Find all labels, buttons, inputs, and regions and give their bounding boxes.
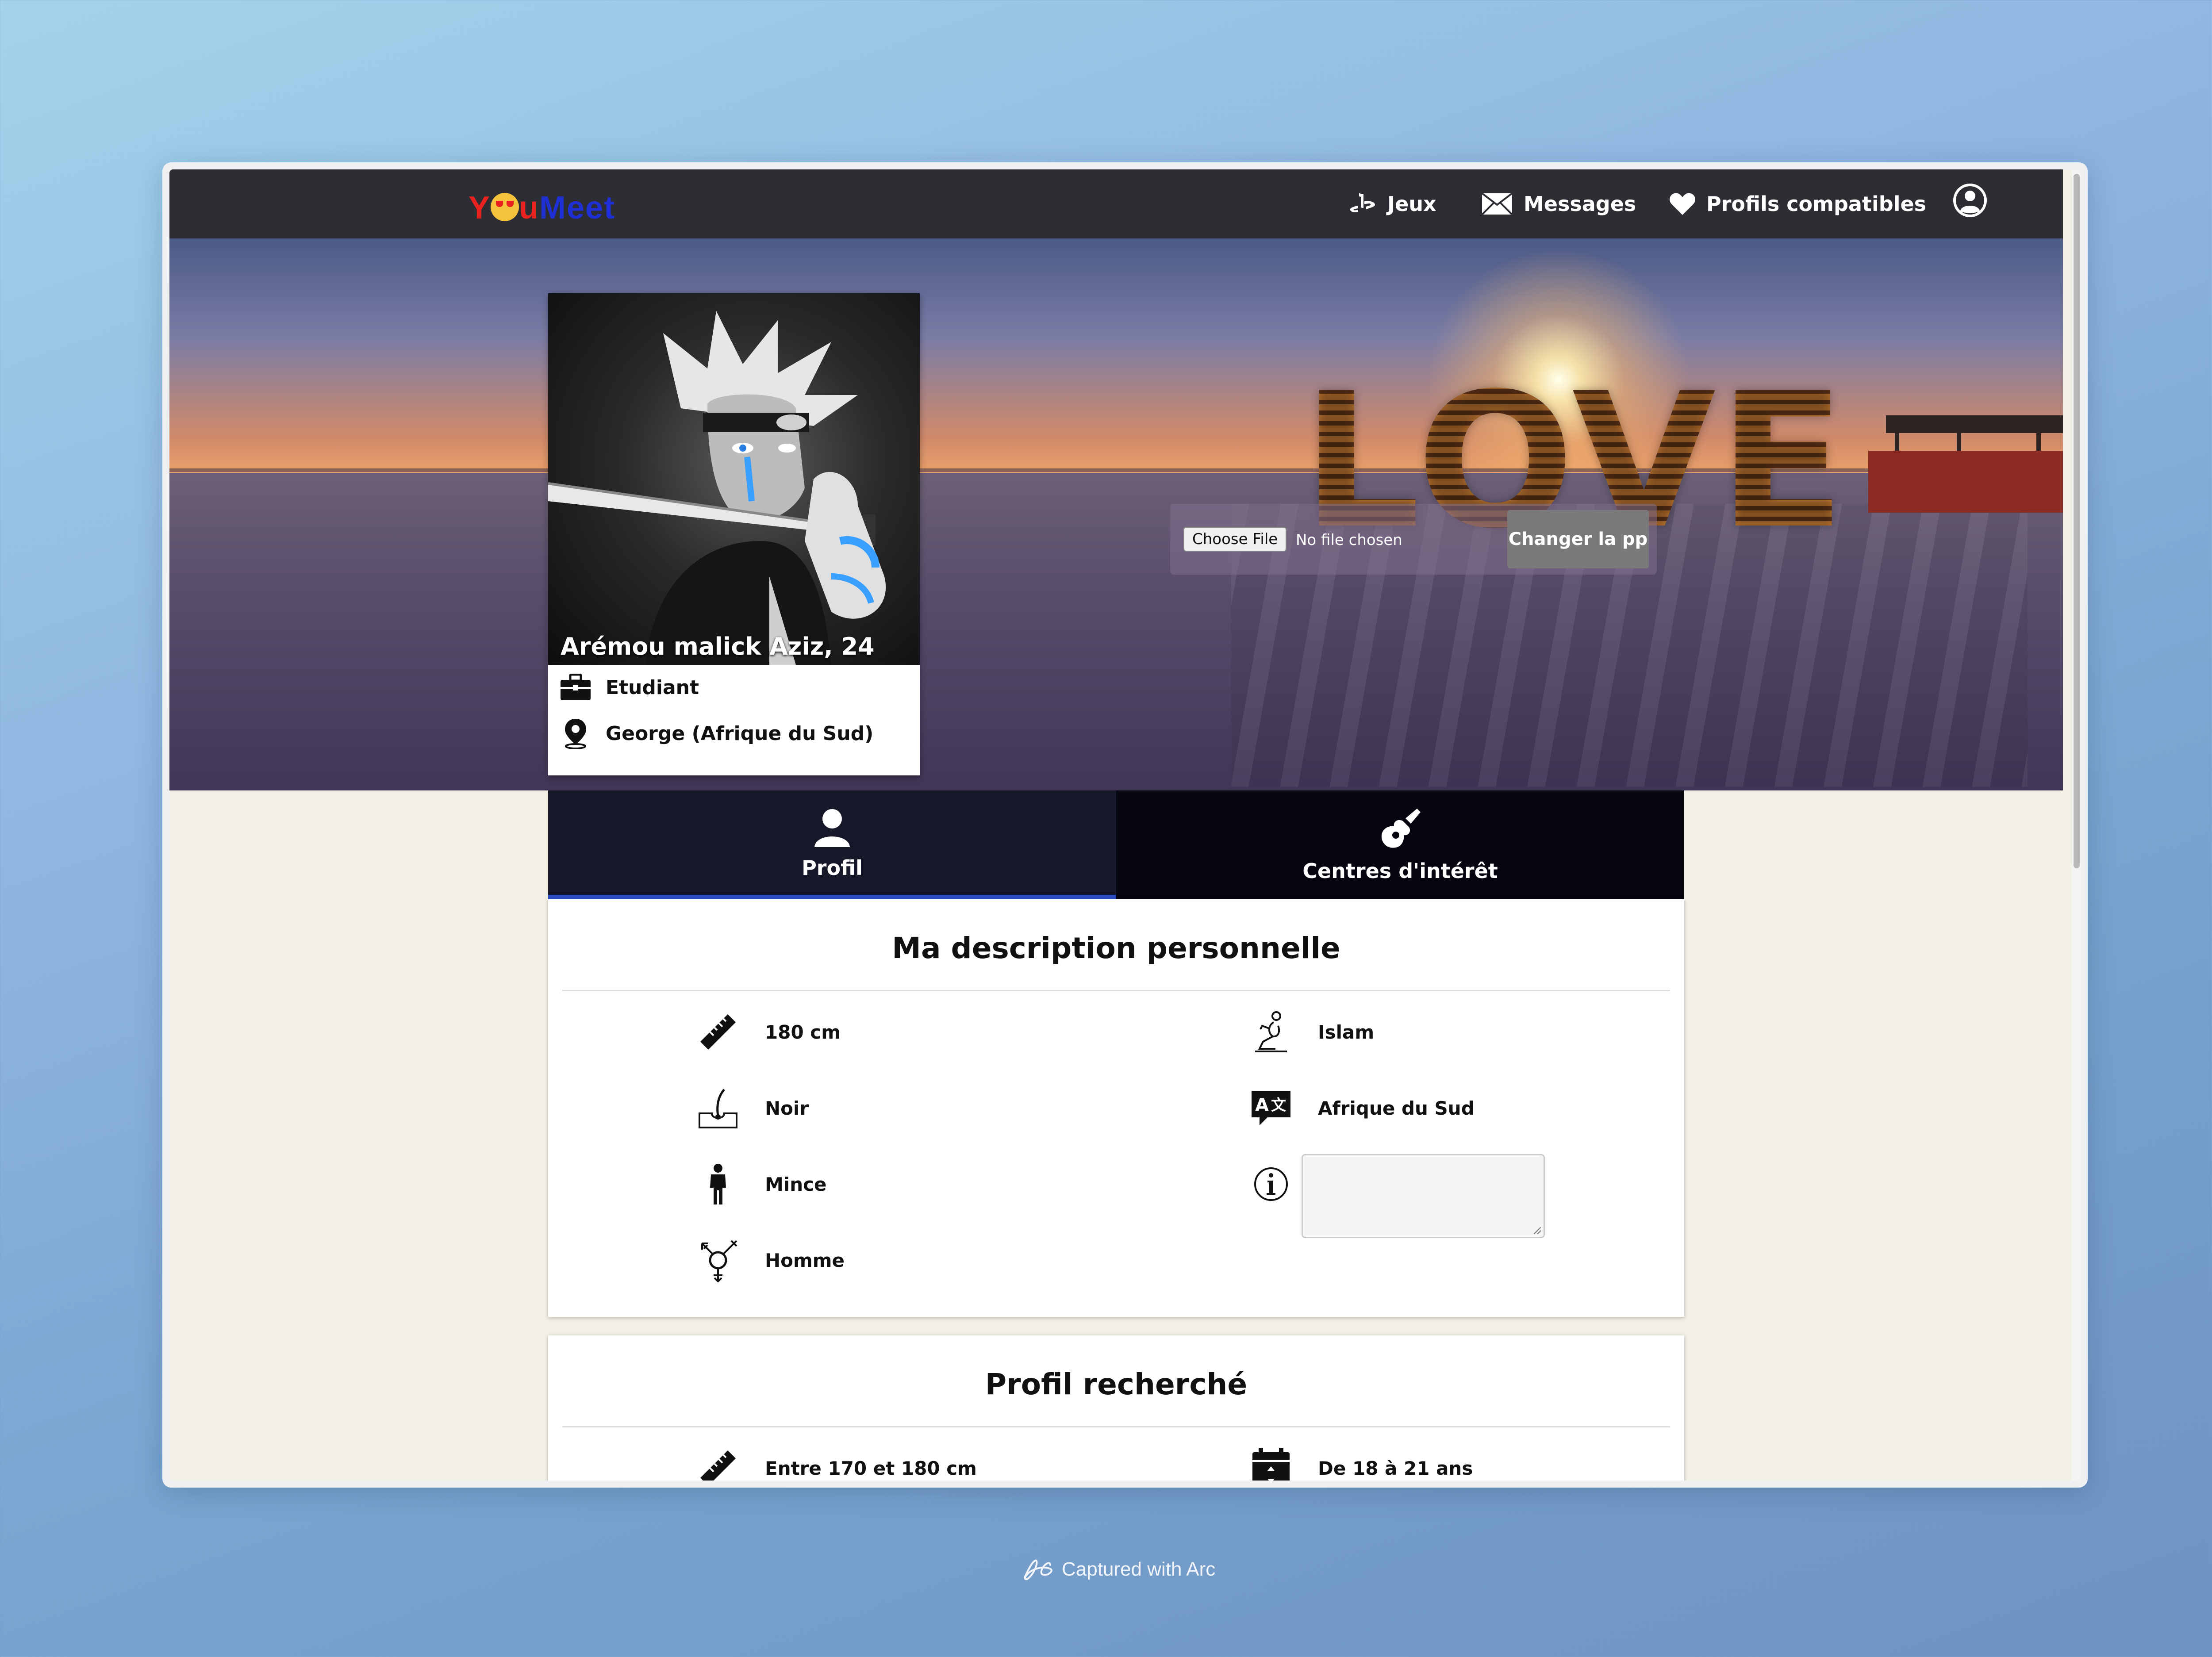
user-circle-icon[interactable] bbox=[1951, 182, 1989, 219]
navbar: YuMeet Jeux Messages Profils compatibles bbox=[169, 169, 2063, 238]
profile-card: Arémou malick Aziz, 24 Etudiant George (… bbox=[548, 293, 920, 775]
briefcase-icon bbox=[561, 674, 591, 700]
prayer-icon bbox=[1255, 1011, 1287, 1052]
tab-centres-interet[interactable]: Centres d'intérêt bbox=[1116, 790, 1684, 899]
person-icon bbox=[814, 809, 850, 847]
body-icon bbox=[710, 1164, 726, 1204]
ruler-icon bbox=[700, 1014, 736, 1050]
nav-jeux[interactable]: Jeux bbox=[1348, 169, 1436, 238]
nav-messages[interactable]: Messages bbox=[1481, 169, 1636, 238]
hair-icon bbox=[699, 1089, 737, 1128]
file-status: No file chosen bbox=[1296, 531, 1402, 549]
wanted-profile-title: Profil recherché bbox=[985, 1367, 1248, 1401]
app-logo[interactable]: YuMeet bbox=[469, 190, 615, 226]
gamepad-icon bbox=[1350, 193, 1375, 212]
anime-character-illustration bbox=[548, 311, 886, 665]
info-attr bbox=[1249, 1162, 1293, 1206]
info-textarea[interactable] bbox=[1302, 1154, 1545, 1238]
svg-text:A: A bbox=[1255, 1095, 1269, 1116]
description-title: Ma description personnelle bbox=[892, 931, 1340, 965]
wanted-age-attr: De 18 à 21 ans bbox=[1249, 1446, 1473, 1481]
arc-capture-badge: Captured with Arc bbox=[1022, 1557, 1215, 1582]
browser-window: YuMeet Jeux Messages Profils compatibles… bbox=[162, 162, 2088, 1488]
ruler-icon bbox=[700, 1450, 736, 1481]
svg-text:文: 文 bbox=[1271, 1097, 1286, 1114]
wanted-height-attr: Entre 170 et 180 cm bbox=[696, 1446, 977, 1481]
arc-logo-icon bbox=[1024, 1559, 1052, 1580]
art-car bbox=[1868, 415, 2063, 513]
map-pin-icon bbox=[565, 719, 586, 749]
hair-attr: Noir bbox=[696, 1086, 809, 1130]
photo-upload-form: Choose File No file chosen Changer la pp bbox=[1170, 504, 1657, 575]
body-type-attr: Mince bbox=[696, 1162, 826, 1206]
cover-banner: LOVE Choose File No file chosen Changer … bbox=[169, 238, 2063, 790]
info-icon bbox=[1254, 1167, 1288, 1201]
tab-profil[interactable]: Profil bbox=[548, 790, 1116, 899]
profile-name-age: Arémou malick Aziz, 24 bbox=[561, 633, 875, 660]
calendar-icon bbox=[1252, 1448, 1290, 1481]
heart-icon bbox=[1670, 193, 1695, 215]
profile-photo[interactable]: Arémou malick Aziz, 24 bbox=[548, 293, 920, 665]
gender-icon bbox=[701, 1240, 737, 1282]
height-attr: 180 cm bbox=[696, 1010, 841, 1054]
language-icon: A 文 bbox=[1252, 1091, 1290, 1125]
scrollbar-thumb[interactable] bbox=[2074, 174, 2080, 868]
heart-eyes-emoji-icon bbox=[491, 193, 519, 221]
envelope-icon bbox=[1481, 192, 1513, 215]
language-attr: A 文 Afrique du Sud bbox=[1249, 1086, 1475, 1130]
profile-tabs: Profil Centres d'intérêt bbox=[548, 790, 1684, 899]
change-photo-button[interactable]: Changer la pp bbox=[1507, 510, 1649, 568]
nav-profils-compatibles[interactable]: Profils compatibles bbox=[1669, 169, 1926, 238]
gender-attr: Homme bbox=[696, 1238, 845, 1282]
location-row: George (Afrique du Sud) bbox=[560, 718, 873, 749]
page-viewport: YuMeet Jeux Messages Profils compatibles… bbox=[169, 169, 2081, 1481]
religion-attr: Islam bbox=[1249, 1010, 1374, 1054]
wanted-profile-panel: Profil recherché Entre 170 et 180 cm De … bbox=[548, 1335, 1684, 1481]
guitar-icon bbox=[1381, 809, 1421, 848]
description-panel: Ma description personnelle 180 cm Noir M… bbox=[548, 899, 1684, 1317]
occupation-row: Etudiant bbox=[560, 674, 699, 701]
choose-file-button[interactable]: Choose File bbox=[1183, 527, 1287, 552]
